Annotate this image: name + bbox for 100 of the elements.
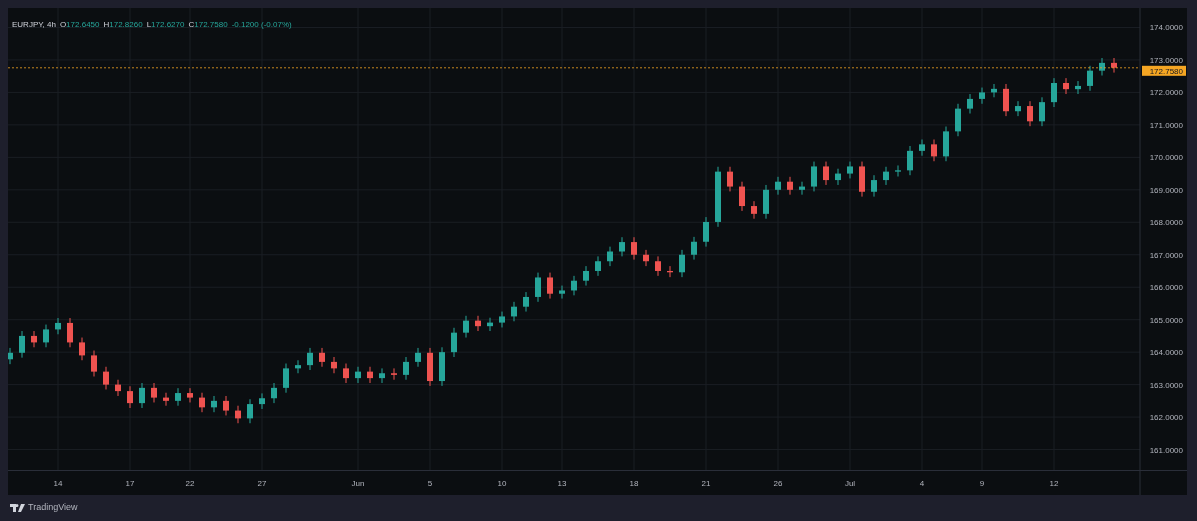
candle — [667, 265, 673, 278]
candle — [211, 395, 217, 413]
candle — [1099, 57, 1105, 77]
candle — [583, 265, 589, 287]
candle — [535, 272, 541, 303]
candle — [871, 174, 877, 198]
candle — [631, 236, 637, 261]
candle — [511, 301, 517, 322]
candle — [1051, 77, 1057, 108]
axis-label: 22 — [185, 479, 195, 488]
candle — [403, 356, 409, 381]
candle — [151, 382, 157, 403]
candle — [655, 255, 661, 277]
candle — [199, 392, 205, 413]
candle — [295, 359, 301, 374]
candle — [439, 346, 445, 387]
candle — [1015, 100, 1021, 117]
axis-label: 18 — [629, 479, 639, 488]
axis-label: 17 — [125, 479, 135, 488]
candle — [187, 387, 193, 403]
candle — [427, 347, 433, 387]
axis-label: 12 — [1049, 479, 1059, 488]
candle — [223, 395, 229, 416]
candle — [463, 315, 469, 339]
axis-label: 168.0000 — [1149, 218, 1183, 228]
candle — [103, 366, 109, 390]
candle — [679, 249, 685, 278]
candle — [547, 272, 553, 300]
axis-label: Jun — [351, 479, 365, 488]
candle — [979, 87, 985, 105]
axis-label: 163.0000 — [1149, 380, 1183, 390]
candle — [43, 324, 49, 348]
axis-label: 14 — [53, 479, 63, 488]
candle — [691, 236, 697, 261]
axis-label: 165.0000 — [1149, 315, 1183, 325]
candle — [55, 317, 61, 335]
axis-label: 161.0000 — [1149, 445, 1183, 455]
candle — [643, 249, 649, 267]
candle — [175, 387, 181, 407]
ohlc-value: C172.7580 — [188, 21, 228, 29]
candle — [763, 184, 769, 220]
candle — [259, 392, 265, 410]
axis-label: 162.0000 — [1149, 413, 1183, 423]
candle — [1063, 77, 1069, 95]
candle — [991, 83, 997, 98]
logo-icon — [10, 504, 25, 512]
candle — [331, 356, 337, 374]
axis-label: 172.0000 — [1149, 88, 1183, 98]
candle — [67, 317, 73, 348]
candle — [247, 398, 253, 424]
axis-label: 21 — [701, 479, 711, 488]
candle — [343, 363, 349, 384]
axis-label: 170.0000 — [1149, 153, 1183, 163]
candle — [943, 126, 949, 162]
candle — [919, 139, 925, 157]
candle — [8, 347, 13, 365]
candle — [571, 275, 577, 296]
axis-label: 173.0000 — [1149, 55, 1183, 65]
axis-label: 171.0000 — [1149, 120, 1183, 130]
brand-name: TradingView — [28, 501, 78, 515]
candle — [823, 161, 829, 186]
candle — [559, 285, 565, 300]
ref-line-label: 172.7580 — [1149, 66, 1184, 76]
change-value: -0.1200 (-0.07%) — [231, 21, 292, 29]
candle — [367, 366, 373, 384]
candle — [715, 166, 721, 228]
candle — [79, 337, 85, 361]
price-tag: 172.7580 — [1142, 65, 1186, 76]
candle — [907, 145, 913, 176]
candle — [487, 317, 493, 332]
candle — [355, 366, 361, 384]
axis-label: 174.0000 — [1149, 23, 1183, 33]
candle — [475, 315, 481, 332]
candle — [1003, 83, 1009, 117]
axis-label: 169.0000 — [1149, 185, 1183, 195]
axis-label: 27 — [257, 479, 267, 488]
candle — [967, 93, 973, 114]
candle — [775, 176, 781, 196]
candle — [883, 166, 889, 186]
candle — [1039, 96, 1045, 127]
candle — [955, 103, 961, 137]
candle — [739, 181, 745, 212]
candle — [415, 347, 421, 368]
candle — [931, 139, 937, 162]
symbol-label: EURJPY, 4h — [12, 21, 56, 29]
candle — [811, 161, 817, 192]
axis-label: 9 — [979, 479, 985, 488]
ohlc-value: O172.6450 — [59, 21, 100, 29]
candle — [307, 347, 313, 371]
candle — [391, 367, 397, 381]
axis-label: 167.0000 — [1149, 250, 1183, 260]
candle — [31, 330, 37, 348]
candle — [499, 311, 505, 328]
candle — [1075, 80, 1081, 95]
candle — [127, 385, 133, 409]
candle — [607, 246, 613, 267]
axis-label: 10 — [497, 479, 507, 488]
candle — [859, 161, 865, 198]
axis-label: Jul — [844, 479, 856, 488]
candle — [91, 350, 97, 377]
